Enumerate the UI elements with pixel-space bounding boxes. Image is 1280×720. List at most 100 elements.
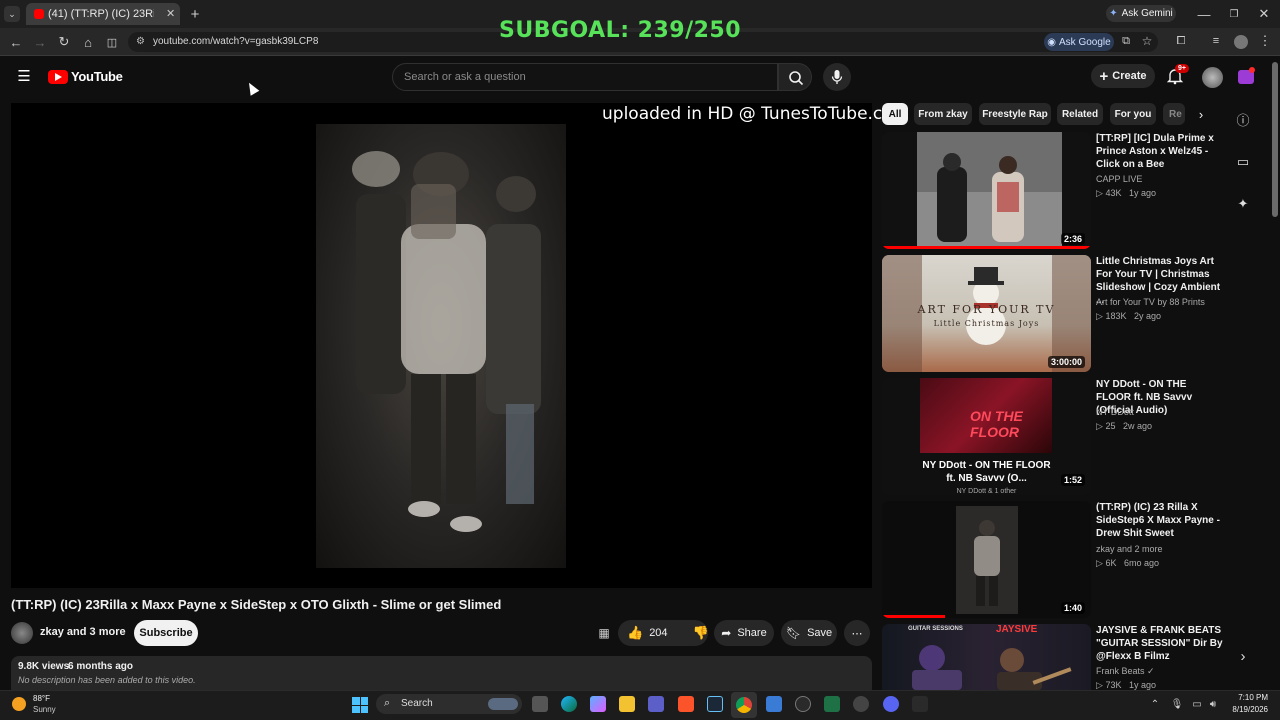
video-title: (TT:RP) (IC) 23Rilla x Maxx Payne x Side… <box>11 597 502 612</box>
display-tray-icon[interactable]: ▭ <box>1190 697 1204 711</box>
windows-start-icon[interactable] <box>352 697 368 713</box>
brave-icon[interactable] <box>678 696 694 712</box>
rec-thumb-image-5 <box>912 645 1072 690</box>
extensions-icon[interactable]: ⧠ <box>1174 34 1188 48</box>
channel-name[interactable]: zkay and 3 more <box>40 626 126 638</box>
clock-time[interactable]: 7:10 PM <box>1226 693 1268 702</box>
chip-freestyle-rap[interactable]: Freestyle Rap <box>979 103 1051 125</box>
chat-icon[interactable]: ▭ <box>1232 151 1254 173</box>
url-text[interactable]: youtube.com/watch?v=gasbk39LCP8 <box>153 36 318 47</box>
chip-from-zkay[interactable]: From zkay <box>914 103 972 125</box>
rec-channel-5[interactable]: Frank Beats ✓ <box>1096 666 1155 677</box>
back-icon[interactable]: ← <box>8 34 24 50</box>
rec-channel-2[interactable]: Art for Your TV by 88 Prints <box>1096 297 1205 307</box>
browser-menu-icon[interactable]: ⋮ <box>1258 33 1272 48</box>
share-button[interactable]: ➦ Share <box>714 620 774 646</box>
channel-avatar[interactable] <box>11 622 33 644</box>
minimize-icon[interactable]: — <box>1196 6 1212 22</box>
save-button[interactable]: 🔖︎ Save <box>781 620 837 646</box>
sun-weather-icon[interactable] <box>12 697 26 711</box>
file-explorer-icon[interactable] <box>619 696 635 712</box>
video-figures-image <box>352 151 541 532</box>
youtube-logo[interactable]: YouTube <box>48 69 123 84</box>
split-view-icon[interactable]: ◫ <box>104 34 120 50</box>
rec-thumb-image-1 <box>917 132 1062 249</box>
video-frame[interactable] <box>316 124 566 568</box>
weather-temp[interactable]: 88°F <box>33 694 50 703</box>
epic-games-icon[interactable] <box>912 696 928 712</box>
verified-check-icon: ✓ <box>1147 666 1155 676</box>
sparkle-icon[interactable]: ✦ <box>1232 193 1254 215</box>
rec-thumbnail-2[interactable]: ART FOR YOUR TV Little Christmas Joys 3:… <box>882 255 1091 372</box>
tab-close-icon[interactable]: ✕ <box>166 7 175 20</box>
rec-title-4[interactable]: (TT:RP) (IC) 23 Rilla X SideStep6 X Maxx… <box>1096 501 1224 540</box>
forward-icon[interactable]: → <box>32 34 48 50</box>
mic-tray-icon[interactable]: 🎙︎ <box>1170 697 1184 711</box>
rec-channel-1[interactable]: CAPP LIVE <box>1096 174 1142 184</box>
voice-search-button[interactable] <box>823 63 851 91</box>
close-window-icon[interactable]: ✕ <box>1256 6 1272 22</box>
thumb-text-right: JAYSIVE <box>996 624 1038 635</box>
task-view-icon[interactable] <box>532 696 548 712</box>
edge-icon[interactable] <box>561 696 577 712</box>
app-g-icon[interactable] <box>795 696 811 712</box>
app-circle-icon[interactable] <box>853 696 869 712</box>
chrome-active-slot[interactable] <box>731 692 757 718</box>
teams-icon[interactable] <box>648 696 664 712</box>
search-input[interactable]: Search or ask a question <box>392 63 778 91</box>
discord-icon[interactable] <box>883 696 899 712</box>
steam-icon[interactable] <box>707 696 723 712</box>
page-scrollbar[interactable] <box>1272 62 1278 217</box>
new-tab-icon[interactable]: + <box>188 5 202 23</box>
ask-gemini-button[interactable]: ✦ Ask Gemini <box>1106 5 1176 22</box>
rec-channel-3[interactable]: NY DDott <box>1096 407 1134 417</box>
chip-for-you[interactable]: For you <box>1110 103 1156 125</box>
rec-thumbnail-1[interactable]: 2:36 <box>882 132 1091 249</box>
rec-channel-4[interactable]: zkay and 2 more <box>1096 544 1163 554</box>
gemini-side-panel-icon[interactable] <box>1238 67 1255 84</box>
thumb-caption: NY DDott - ON THE FLOOR ft. NB Savvv (O.… <box>922 460 1051 484</box>
rec-thumbnail-4[interactable]: 1:40 <box>882 501 1091 618</box>
restore-icon[interactable]: ❐ <box>1226 6 1242 22</box>
chip-recently[interactable]: Re <box>1163 103 1185 125</box>
info-icon[interactable]: ⓘ <box>1232 108 1254 130</box>
plus-icon: + <box>1099 67 1109 85</box>
create-button[interactable]: + Create <box>1091 64 1155 88</box>
rec-views-5: 73K <box>1105 680 1122 690</box>
browser-tab[interactable]: (41) (TT:RP) (IC) 23Rilla x M... ✕ <box>26 3 180 25</box>
menu-hamburger-icon[interactable]: ☰ <box>16 68 32 85</box>
chips-next-icon[interactable]: › <box>1193 106 1209 122</box>
copilot-icon[interactable] <box>590 696 606 712</box>
tray-chevron-icon[interactable]: ⌃ <box>1148 697 1162 711</box>
volume-icon[interactable]: 🔊︎ <box>1206 697 1220 711</box>
search-button[interactable] <box>778 63 812 91</box>
notifications-button[interactable]: 9+ <box>1166 64 1189 87</box>
media-icon[interactable]: ≡ <box>1209 34 1223 48</box>
profile-avatar[interactable] <box>1234 35 1248 49</box>
reload-icon[interactable]: ↻ <box>56 34 72 50</box>
rec-thumbnail-5[interactable]: GUITAR SESSIONS JAYSIVE <box>882 624 1091 690</box>
ask-google-button[interactable]: ◉ Ask Google <box>1044 33 1114 51</box>
excel-icon[interactable] <box>824 696 840 712</box>
rec-title-5[interactable]: JAYSIVE & FRANK BEATS "GUITAR SESSION" D… <box>1096 624 1224 663</box>
like-button[interactable]: 👍 204 <box>627 625 668 641</box>
account-avatar[interactable] <box>1202 67 1223 88</box>
taskbar-search[interactable]: ⌕ Search <box>376 694 522 714</box>
search-icon <box>789 71 804 86</box>
rec-thumbnail-3[interactable]: ON THE FLOOR NY DDott - ON THE FLOOR ft.… <box>882 378 1091 495</box>
thumbs-down-icon[interactable]: 👎 <box>693 625 709 641</box>
tab-list-icon[interactable]: ⌄ <box>4 6 20 22</box>
site-info-icon[interactable]: ⚙ <box>136 36 145 47</box>
subgoal-counter: SUBGOAL: 239/250 <box>499 18 742 43</box>
subscribe-button[interactable]: Subscribe <box>134 620 198 646</box>
more-actions-button[interactable]: ⋯ <box>844 620 870 646</box>
install-app-icon[interactable]: ⧉ <box>1119 34 1133 48</box>
chip-related[interactable]: Related <box>1057 103 1103 125</box>
clip-grid-icon[interactable]: ▦ <box>596 625 612 641</box>
panel-next-icon[interactable]: › <box>1232 645 1254 667</box>
chip-all[interactable]: All <box>882 103 908 125</box>
rec-title-1[interactable]: [TT:RP] [IC] Dula Prime x Prince Aston x… <box>1096 132 1224 171</box>
bookmark-star-icon[interactable]: ☆ <box>1140 34 1154 48</box>
home-icon[interactable]: ⌂ <box>80 34 96 50</box>
photos-icon[interactable] <box>766 696 782 712</box>
